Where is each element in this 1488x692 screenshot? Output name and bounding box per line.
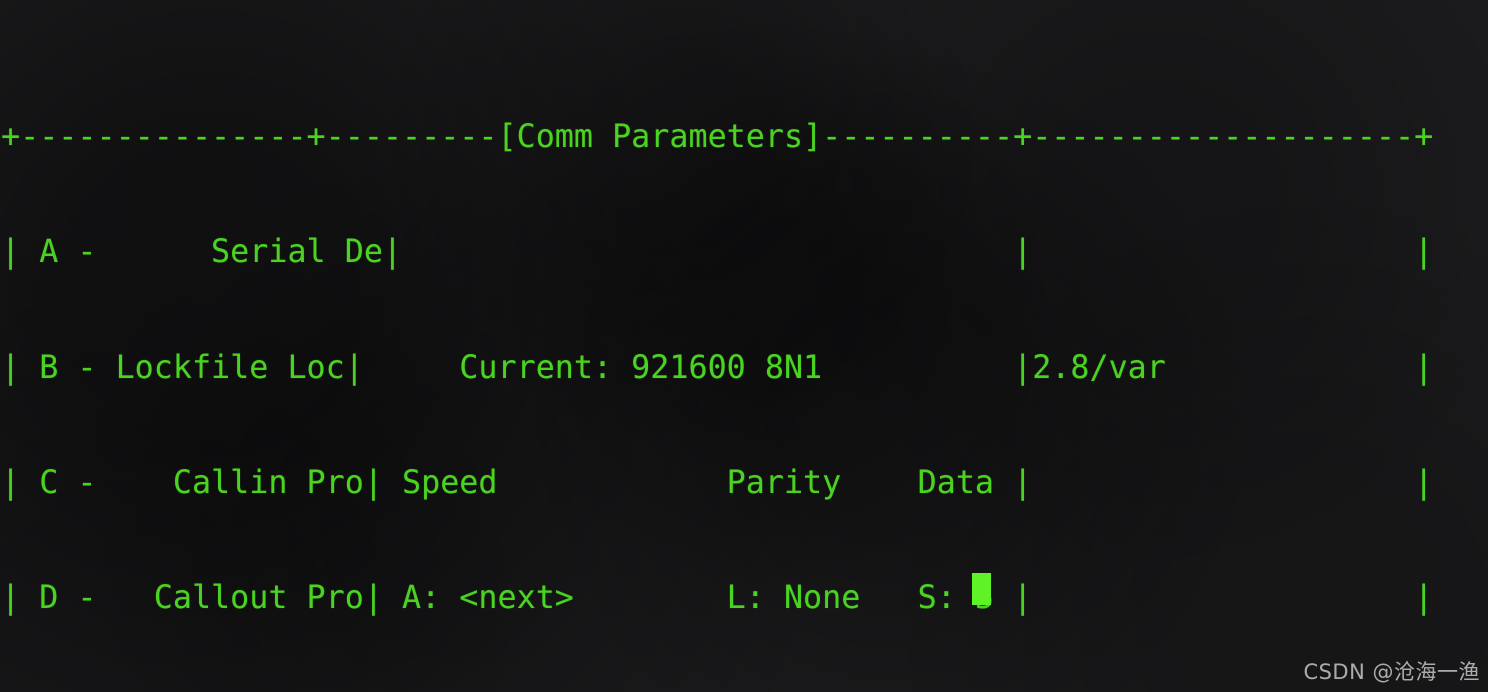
terminal-row-1: | A - Serial De| | | [1,234,1434,271]
terminal-row-0: +---------------+---------[Comm Paramete… [1,119,1434,156]
terminal-row-2: | B - Lockfile Loc| Current: 921600 8N1 … [1,349,1434,386]
text-cursor[interactable] [972,573,991,605]
terminal-row-3: | C - Callin Pro| Speed Parity Data | | [1,464,1434,501]
character-grid: +---------------+---------[Comm Paramete… [1,3,1433,692]
terminal-screen[interactable]: +---------------+---------[Comm Paramete… [0,0,1488,692]
terminal-row-4: | D - Callout Pro| A: <next> L: None S: … [1,580,1434,617]
